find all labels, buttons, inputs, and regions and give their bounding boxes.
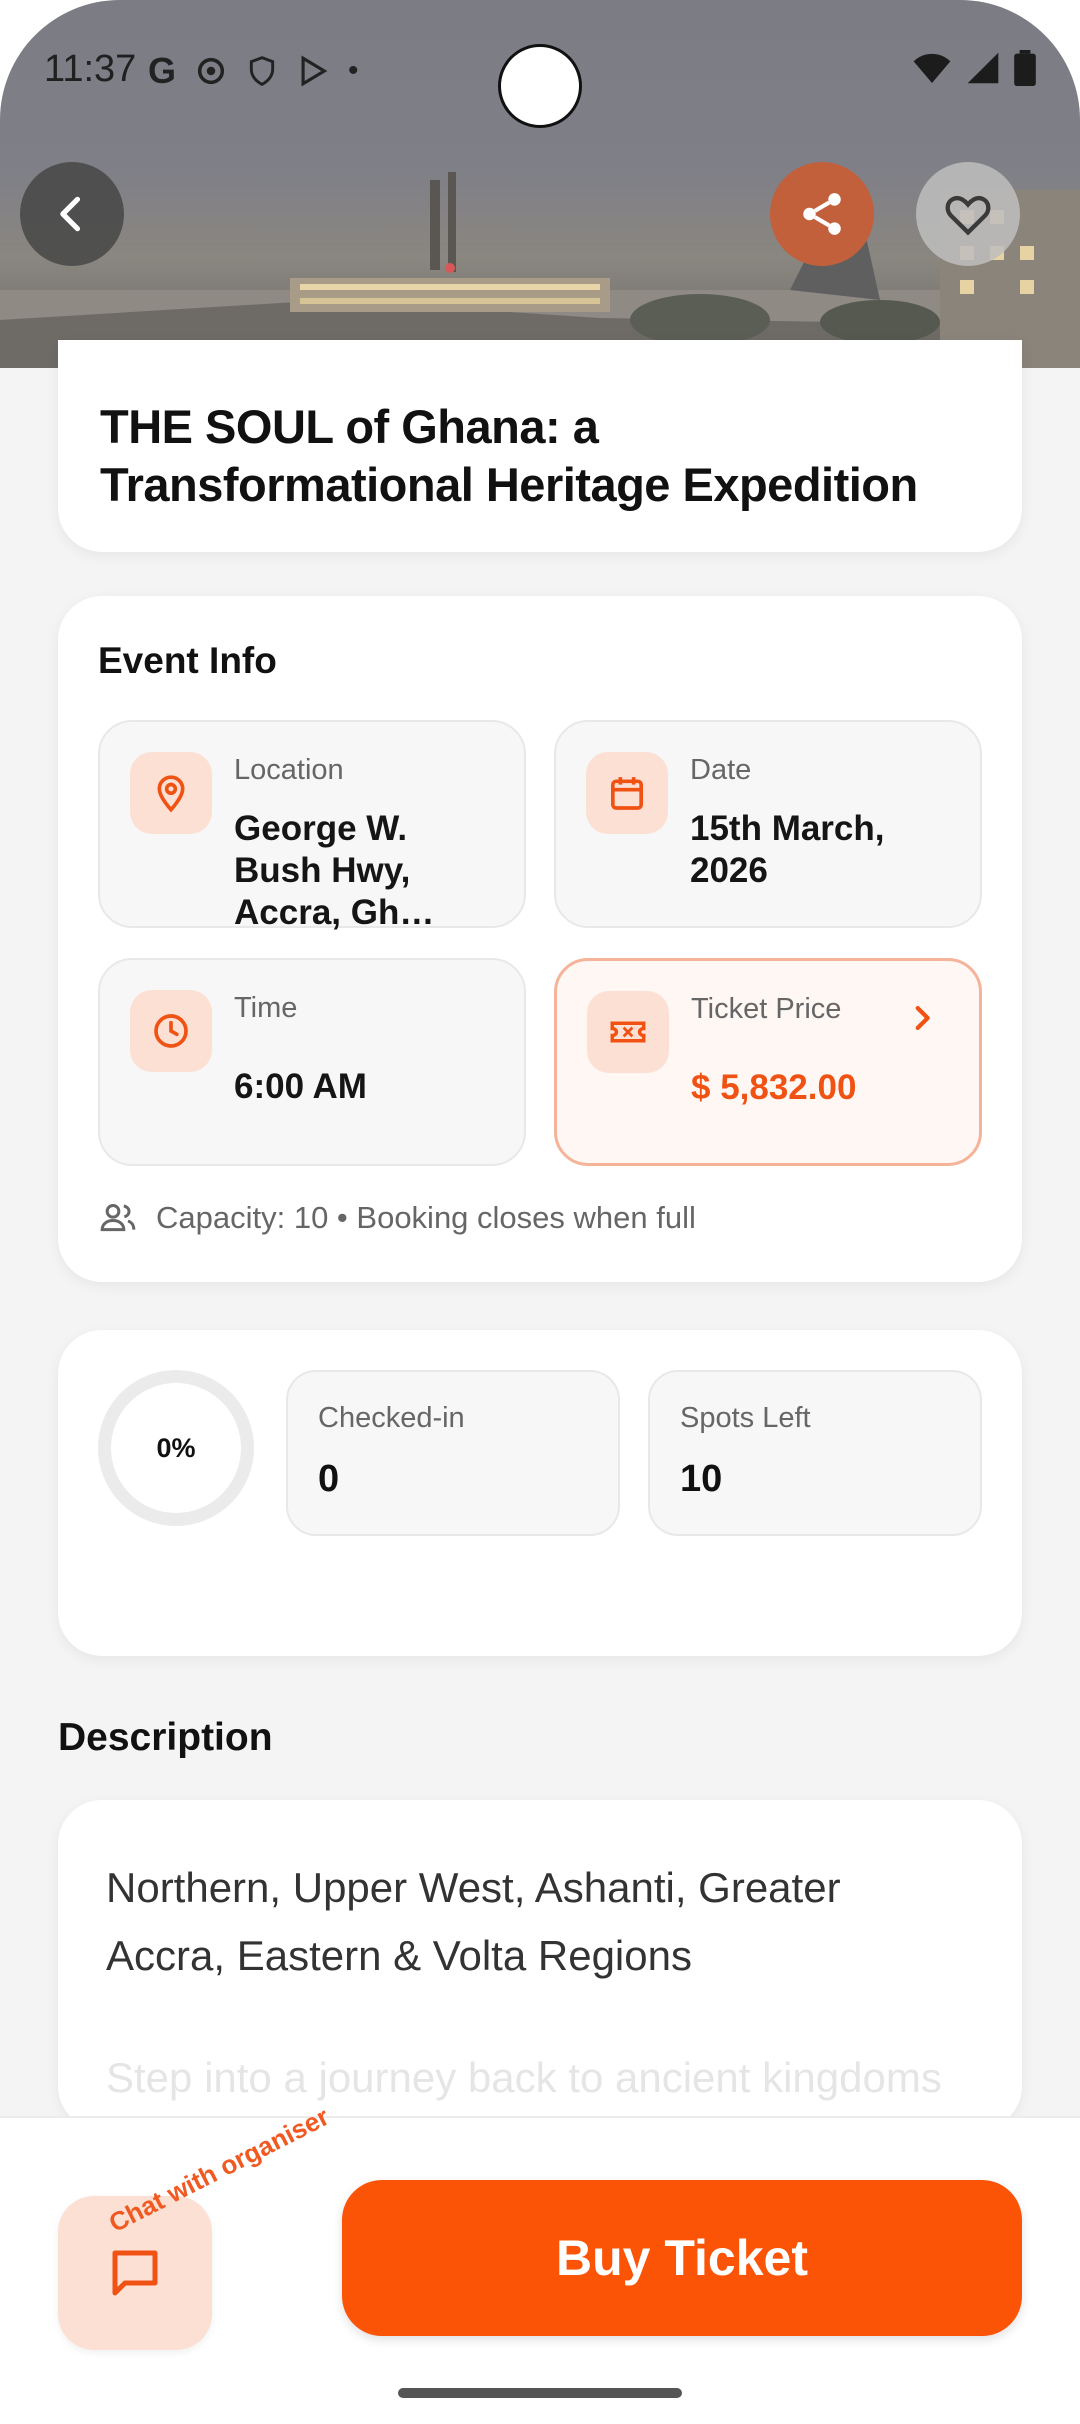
checked-in-tile: Checked-in 0 — [286, 1370, 620, 1536]
system-icons — [912, 50, 1036, 86]
people-icon — [100, 1204, 136, 1232]
event-info-heading: Event Info — [98, 640, 277, 681]
ticket-icon — [587, 991, 669, 1073]
notification-icons: G • — [148, 50, 359, 92]
location-label: Location — [234, 754, 344, 786]
battery-icon — [1014, 50, 1036, 86]
event-title-card: THE SOUL of Ghana: a Transformational He… — [58, 340, 1022, 552]
time-label: Time — [234, 992, 298, 1024]
heart-outline-icon — [945, 195, 991, 236]
location-value: George W. Bush Hwy, Accra, Gh… — [234, 809, 435, 932]
front-camera-cutout — [498, 44, 582, 128]
back-button[interactable] — [20, 162, 124, 266]
attendance-stats-card: 0% Checked-in 0 Spots Left 10 — [58, 1330, 1022, 1656]
date-value: 15th March, 2026 — [690, 809, 885, 890]
favorite-button[interactable] — [916, 162, 1020, 266]
home-indicator — [398, 2388, 682, 2398]
location-pin-icon — [130, 752, 212, 834]
checked-in-value: 0 — [318, 1458, 340, 1500]
signal-icon — [967, 52, 999, 84]
capacity-info: Capacity: 10 • Booking closes when full — [98, 1198, 696, 1238]
spots-left-value: 10 — [680, 1458, 723, 1500]
calendar-icon — [586, 752, 668, 834]
bottom-action-bar: Chat with organiser Buy Ticket — [0, 2101, 1080, 2424]
phone-screen: 11:37 G • THE SOUL of Ghana: a Transform… — [0, 0, 1080, 2424]
chat-bubble-icon — [112, 2250, 158, 2296]
more-notifications-dot-icon: • — [348, 54, 359, 87]
spots-left-tile: Spots Left 10 — [648, 1370, 982, 1536]
shield-icon — [249, 56, 275, 86]
time-value: 6:00 AM — [234, 1067, 367, 1106]
checked-in-label: Checked-in — [318, 1402, 465, 1434]
location-tile[interactable]: Location George W. Bush Hwy, Accra, Gh… — [98, 720, 526, 932]
checkin-progress-ring: 0% — [98, 1370, 254, 1526]
wifi-icon — [913, 53, 951, 83]
share-button[interactable] — [770, 162, 874, 266]
share-icon — [803, 193, 841, 235]
date-tile[interactable]: Date 15th March, 2026 — [554, 720, 982, 928]
ticket-price-tile[interactable]: Ticket Price $ 5,832.00 — [554, 958, 982, 1166]
chevron-right-icon — [915, 1005, 930, 1031]
ticket-price-value: $ 5,832.00 — [691, 1068, 857, 1107]
spots-left-label: Spots Left — [680, 1402, 811, 1434]
event-title: THE SOUL of Ghana: a Transformational He… — [100, 400, 918, 511]
chat-with-organiser-label: Chat with organiser — [103, 2101, 334, 2239]
sync-icon — [197, 57, 225, 85]
ticket-price-label: Ticket Price — [691, 993, 842, 1025]
chevron-left-icon — [60, 196, 81, 232]
time-tile[interactable]: Time 6:00 AM — [98, 958, 526, 1166]
description-card: Northern, Upper West, Ashanti, Greater A… — [58, 1800, 1022, 2130]
event-info-card: Event Info Location George W. Bush Hwy, … — [58, 596, 1022, 1282]
capacity-text: Capacity: 10 • Booking closes when full — [156, 1200, 696, 1235]
status-time: 11:37 — [44, 48, 137, 90]
date-label: Date — [690, 754, 752, 786]
city-skyline-illustration — [0, 172, 1080, 368]
buy-ticket-button[interactable]: Buy Ticket — [342, 2180, 1022, 2336]
google-icon: G — [148, 50, 177, 91]
clock-icon — [130, 990, 212, 1072]
description-text: Northern, Upper West, Ashanti, Greater A… — [106, 1864, 841, 1979]
description-heading: Description — [58, 1716, 273, 1759]
checkin-progress-text: 0% — [156, 1432, 196, 1463]
play-store-icon — [301, 55, 328, 87]
